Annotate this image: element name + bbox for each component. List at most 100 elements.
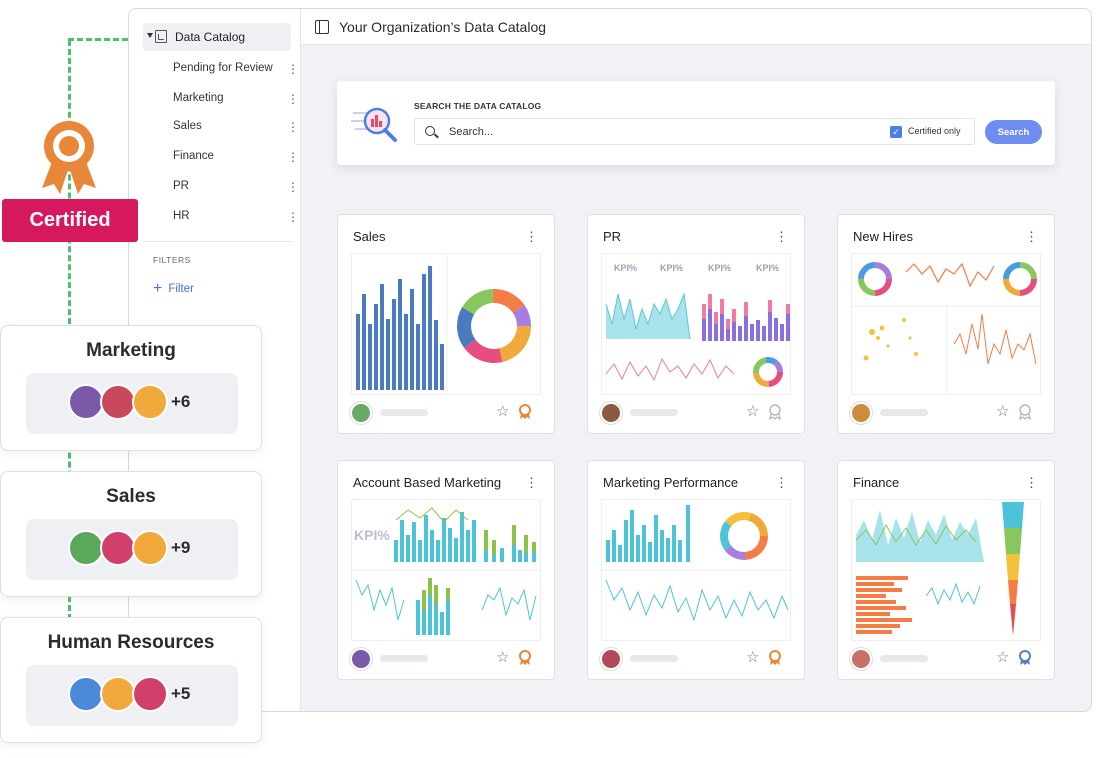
add-filter-button[interactable]: + Filter [153, 281, 194, 297]
dashboard-card-finance[interactable]: Finance ⋮ ☆ [837, 460, 1055, 680]
search-icon [425, 126, 435, 136]
more-members-count[interactable]: +5 [171, 684, 190, 704]
connector-line [68, 38, 128, 41]
avatar[interactable] [68, 384, 104, 420]
card-title: Marketing Performance [603, 475, 739, 490]
dashboard-thumbnail [601, 499, 791, 641]
more-vertical-icon[interactable]: ⋮ [525, 229, 538, 245]
member-group: +9 [26, 519, 238, 580]
sidebar-item-label: PR [173, 180, 189, 192]
avatar[interactable] [68, 676, 104, 712]
owner-name-placeholder [380, 409, 428, 416]
sidebar-item-label: HR [173, 210, 190, 222]
owner-avatar[interactable] [850, 648, 872, 670]
more-vertical-icon[interactable]: ⋮ [287, 62, 299, 76]
certified-badge-icon [519, 404, 531, 419]
dashboard-card-new-hires[interactable]: New Hires ⋮ ☆ [837, 214, 1055, 434]
sidebar-item-label: Sales [173, 120, 202, 132]
owner-avatar[interactable] [850, 402, 872, 424]
verified-badge-icon [1019, 650, 1031, 665]
team-card-human-resources[interactable]: Human Resources +5 [0, 617, 262, 743]
sidebar-item-data-catalog[interactable]: Data Catalog [143, 23, 291, 51]
more-vertical-icon[interactable]: ⋮ [775, 229, 788, 245]
avatar[interactable] [132, 384, 168, 420]
search-field: ✓ Certified only [414, 118, 975, 145]
dashboard-card-marketing-performance[interactable]: Marketing Performance ⋮ ☆ [587, 460, 805, 680]
card-title: Account Based Marketing [353, 475, 502, 490]
more-vertical-icon[interactable]: ⋮ [525, 475, 538, 491]
more-vertical-icon[interactable]: ⋮ [287, 150, 299, 164]
avatar[interactable] [100, 384, 136, 420]
certified-only-label[interactable]: Certified only [908, 126, 961, 136]
more-vertical-icon[interactable]: ⋮ [1025, 229, 1038, 245]
award-ribbon-icon [42, 121, 96, 194]
owner-avatar[interactable] [350, 402, 372, 424]
avatar[interactable] [68, 530, 104, 566]
avatar[interactable] [100, 676, 136, 712]
svg-text:KPI%: KPI% [614, 263, 637, 273]
star-icon[interactable]: ☆ [496, 648, 509, 666]
search-panel: SEARCH THE DATA CATALOG ✓ Certified only… [337, 81, 1055, 165]
owner-name-placeholder [380, 655, 428, 662]
more-vertical-icon[interactable]: ⋮ [775, 475, 788, 491]
collapse-sidebar-icon[interactable] [315, 19, 329, 34]
owner-name-placeholder [880, 655, 928, 662]
sidebar-item-pending[interactable]: Pending for Review ⋮ [173, 62, 299, 76]
dashboard-card-sales[interactable]: Sales ⋮ ☆ [337, 214, 555, 434]
avatar[interactable] [132, 676, 168, 712]
badge-outline-icon [1019, 404, 1031, 420]
dashboard-card-account-based-marketing[interactable]: Account Based Marketing ⋮ KPI% ☆ [337, 460, 555, 680]
star-icon[interactable]: ☆ [746, 648, 759, 666]
owner-name-placeholder [630, 655, 678, 662]
dashboard-thumbnail [851, 253, 1041, 395]
star-icon[interactable]: ☆ [496, 402, 509, 420]
card-title: Finance [853, 475, 900, 490]
team-name: Human Resources [47, 632, 215, 653]
owner-avatar[interactable] [600, 402, 622, 424]
stage: Data Catalog Pending for Review ⋮ Marketi… [0, 0, 1100, 758]
more-vertical-icon[interactable]: ⋮ [287, 210, 299, 224]
more-vertical-icon[interactable]: ⋮ [1025, 475, 1038, 491]
star-icon[interactable]: ☆ [996, 648, 1009, 666]
title-bar: Your Organization’s Data Catalog [301, 9, 1091, 45]
sidebar-item-sales[interactable]: Sales ⋮ [173, 120, 299, 134]
app-window: Data Catalog Pending for Review ⋮ Marketi… [128, 8, 1092, 712]
svg-text:KPI%: KPI% [354, 527, 390, 543]
dashboard-thumbnail [851, 499, 1041, 641]
dashboard-thumbnail: KPI% [351, 499, 541, 641]
svg-text:KPI%: KPI% [708, 263, 731, 273]
dashboard-thumbnail: KPI% KPI% KPI% KPI% [601, 253, 791, 395]
avatar[interactable] [100, 530, 136, 566]
member-group: +6 [26, 373, 238, 434]
more-members-count[interactable]: +9 [171, 538, 190, 558]
search-button[interactable]: Search [985, 120, 1042, 144]
filters-heading: FILTERS [153, 255, 191, 265]
more-vertical-icon[interactable]: ⋮ [287, 92, 299, 106]
sidebar-item-label: Pending for Review [173, 62, 273, 74]
sidebar-item-label: Finance [173, 150, 214, 162]
catalog-icon [155, 30, 167, 43]
team-card-sales[interactable]: Sales +9 [0, 471, 262, 597]
certified-only-checkbox[interactable]: ✓ [890, 126, 902, 138]
more-vertical-icon[interactable]: ⋮ [287, 120, 299, 134]
sidebar-item-finance[interactable]: Finance ⋮ [173, 150, 299, 164]
more-vertical-icon[interactable]: ⋮ [287, 180, 299, 194]
owner-avatar[interactable] [350, 648, 372, 670]
dashboard-card-pr[interactable]: PR ⋮ KPI% KPI% KPI% KPI% ☆ [587, 214, 805, 434]
star-icon[interactable]: ☆ [746, 402, 759, 420]
more-members-count[interactable]: +6 [171, 392, 190, 412]
owner-avatar[interactable] [600, 648, 622, 670]
team-card-marketing[interactable]: Marketing +6 [0, 325, 262, 451]
data-search-illustration-icon [351, 107, 397, 142]
sidebar-item-marketing[interactable]: Marketing ⋮ [173, 92, 299, 106]
certified-label: Certified [2, 199, 138, 242]
sidebar-item-pr[interactable]: PR ⋮ [173, 180, 299, 194]
star-icon[interactable]: ☆ [996, 402, 1009, 420]
card-title: New Hires [853, 229, 913, 244]
svg-text:KPI%: KPI% [660, 263, 683, 273]
caret-down-icon[interactable] [147, 33, 153, 38]
avatar[interactable] [132, 530, 168, 566]
search-input[interactable] [449, 123, 849, 141]
sidebar-item-hr[interactable]: HR ⋮ [173, 210, 299, 224]
card-title: PR [603, 229, 622, 244]
